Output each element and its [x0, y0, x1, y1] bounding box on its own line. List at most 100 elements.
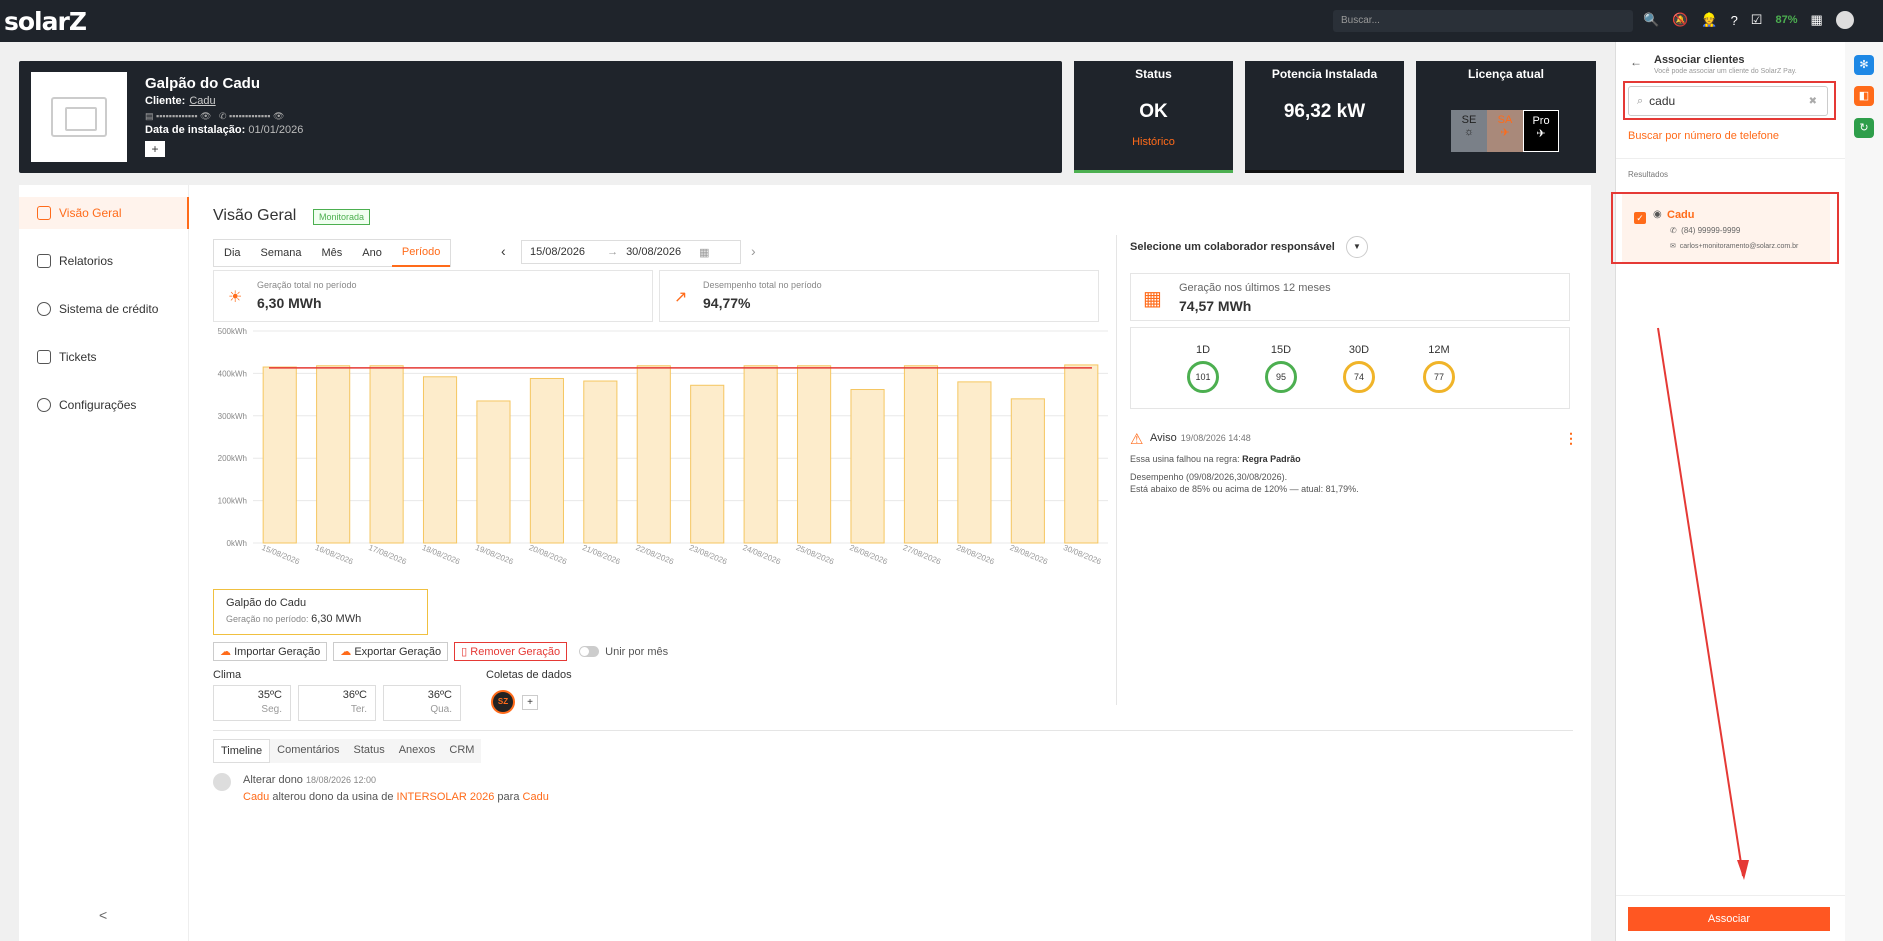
alert-body: Essa usina falhou na regra: Regra Padrão…: [1130, 454, 1359, 494]
license-se[interactable]: SE ☼: [1451, 110, 1487, 152]
main-area: Galpão do Cadu Cliente: Cadu ▤ ▪▪▪▪▪▪▪▪▪▪…: [0, 42, 1615, 941]
top-icons: 🔍 🔕 👷 ? ☑ 87% ▦: [1643, 11, 1854, 29]
checklist-icon[interactable]: ☑: [1751, 12, 1763, 28]
y-tick-label: 0kWh: [227, 539, 247, 548]
app-logo[interactable]: solarZ: [4, 7, 87, 36]
kpi-performance: ↗ Desempenho total no período 94,77%: [659, 270, 1099, 322]
power-value: 96,32 kW: [1283, 101, 1366, 122]
performance-ring[interactable]: 30D 74: [1339, 344, 1379, 393]
rocket-icon: ✈: [1500, 127, 1510, 139]
search-by-phone-link[interactable]: Buscar por número de telefone: [1628, 130, 1779, 142]
x-tick-label: 28/08/2026: [955, 543, 996, 567]
export-generation-button[interactable]: ☁ Exportar Geração: [333, 642, 449, 661]
report-icon: [37, 254, 51, 268]
weather-day: 36ºC Ter.: [298, 685, 376, 721]
apps-grid-icon[interactable]: ▦: [1810, 12, 1822, 28]
avatar[interactable]: [1835, 11, 1854, 29]
tab-comments[interactable]: Comentários: [270, 739, 346, 763]
x-tick-label: 21/08/2026: [581, 543, 622, 567]
user-badge-icon[interactable]: 👷: [1701, 12, 1717, 28]
chart-bar: [957, 381, 992, 544]
x-tick-label: 20/08/2026: [528, 543, 569, 567]
client-link[interactable]: Cadu: [189, 95, 215, 107]
tab-day[interactable]: Dia: [214, 240, 251, 266]
date-to[interactable]: 30/08/2026: [626, 246, 681, 258]
x-tick-label: 27/08/2026: [902, 543, 943, 567]
dashboard-icon: [37, 206, 51, 220]
remove-generation-button[interactable]: ▯ Remover Geração: [454, 642, 568, 661]
rocket-icon: ✈: [1536, 128, 1546, 140]
refresh-app-icon[interactable]: ↻: [1854, 118, 1874, 138]
chart-bar: [850, 389, 885, 544]
divider: [213, 730, 1573, 731]
sidebar-item-tickets[interactable]: Tickets: [19, 341, 189, 373]
plant-photo[interactable]: [31, 72, 127, 162]
chart-bar: [262, 366, 297, 544]
back-arrow-icon[interactable]: ←: [1630, 55, 1642, 69]
performance-ring[interactable]: 1D 101: [1183, 344, 1223, 393]
timeline-title: Alterar dono 18/08/2026 12:00: [243, 774, 377, 786]
sidebar-item-credit[interactable]: Sistema de crédito: [19, 293, 189, 325]
chart-bar: [316, 365, 351, 544]
trash-icon: ▯: [461, 646, 468, 658]
import-generation-button[interactable]: ☁ Importar Geração: [213, 642, 328, 661]
associate-clients-panel: ← Associar clientes Você pode associar u…: [1611, 42, 1846, 941]
chart-legend[interactable]: Galpão do Cadu Geração no período: 6,30 …: [213, 589, 428, 635]
chart-bar: [369, 365, 404, 544]
tab-period[interactable]: Período: [391, 239, 451, 267]
tab-attachments[interactable]: Anexos: [392, 739, 443, 763]
x-tick-label: 26/08/2026: [848, 543, 889, 567]
performance-ring[interactable]: 15D 95: [1261, 344, 1301, 393]
client-line: Cliente: Cadu: [145, 95, 216, 107]
ticket-icon: [37, 350, 51, 364]
add-collector-button[interactable]: +: [522, 695, 538, 710]
x-tick-label: 19/08/2026: [474, 543, 515, 567]
performance-ring[interactable]: 12M 77: [1419, 344, 1459, 393]
help-icon[interactable]: ?: [1731, 13, 1738, 28]
solarz-collector-badge[interactable]: SZ: [491, 690, 515, 714]
panel-subtitle: Você pode associar um cliente do SolarZ …: [1654, 68, 1797, 75]
license-sa[interactable]: SA ✈: [1487, 110, 1523, 152]
date-from[interactable]: 15/08/2026: [530, 246, 585, 258]
tab-week[interactable]: Semana: [251, 240, 312, 266]
more-options-icon[interactable]: ⋮: [1564, 430, 1578, 447]
global-search-input[interactable]: Buscar...: [1333, 10, 1633, 32]
collapse-sidebar-button[interactable]: <: [99, 907, 107, 923]
chevron-left-icon[interactable]: ‹: [501, 243, 506, 259]
tab-timeline[interactable]: Timeline: [213, 739, 271, 763]
chart-bar: [1064, 364, 1099, 544]
search-icon[interactable]: 🔍: [1643, 12, 1659, 28]
chevron-right-icon[interactable]: ›: [751, 243, 756, 259]
history-link[interactable]: Histórico: [1074, 136, 1233, 148]
associate-button[interactable]: Associar: [1628, 907, 1830, 931]
battery-status[interactable]: 87%: [1775, 14, 1797, 26]
snowflake-app-icon[interactable]: ✻: [1854, 55, 1874, 75]
sidebar-item-settings[interactable]: Configurações: [19, 389, 189, 421]
notifications-off-icon[interactable]: 🔕: [1672, 12, 1688, 28]
status-card: Status OK Histórico: [1074, 61, 1233, 173]
tab-crm[interactable]: CRM: [442, 739, 481, 763]
sidebar-item-reports[interactable]: Relatorios: [19, 245, 189, 277]
calendar-icon[interactable]: ▦: [699, 246, 709, 259]
power-card: Potencia Instalada 96,32 kW: [1245, 61, 1404, 173]
collaborator-dropdown[interactable]: ▼: [1346, 236, 1368, 258]
merge-month-label: Unir por mês: [605, 645, 669, 658]
y-tick-label: 300kWh: [218, 412, 247, 421]
tab-status[interactable]: Status: [347, 739, 392, 763]
chart-bar: [903, 365, 939, 544]
date-range-picker[interactable]: 15/08/2026 → 30/08/2026 ▦: [521, 240, 741, 264]
cloud-upload-icon: ☁: [220, 646, 231, 658]
license-pro[interactable]: Pro ✈: [1523, 110, 1559, 152]
merge-month-toggle[interactable]: [579, 646, 600, 657]
x-tick-label: 23/08/2026: [688, 543, 729, 567]
chat-app-icon[interactable]: ◧: [1854, 86, 1874, 106]
tab-month[interactable]: Mês: [312, 240, 353, 266]
bottom-tabs: Timeline Comentários Status Anexos CRM: [213, 739, 482, 763]
tab-year[interactable]: Ano: [352, 240, 392, 266]
add-button[interactable]: +: [145, 141, 165, 157]
chart-bar: [529, 377, 564, 544]
sun-bolt-icon: ☀: [228, 289, 243, 306]
solar-panel-icon: ▦: [1143, 288, 1162, 310]
sidebar-item-overview[interactable]: Visão Geral: [19, 197, 189, 229]
warning-icon: ⚠: [1130, 431, 1144, 448]
